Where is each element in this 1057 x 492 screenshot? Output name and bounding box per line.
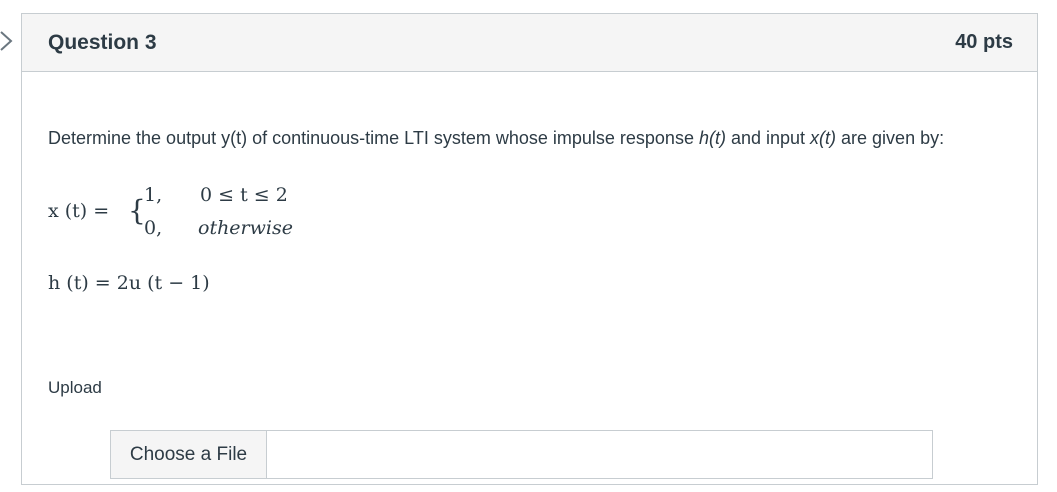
question-text-part: are given by: (836, 128, 945, 148)
question-card: Question 3 40 pts Determine the output y… (21, 13, 1038, 485)
equation-x-lhs: x (t) = (48, 200, 110, 222)
equation-x: x (t) = { 1, 0 ≤ t ≤ 2 0, otherwise (48, 184, 348, 244)
upload-label: Upload (48, 378, 102, 397)
question-text-part: Determine the output y(t) of continuous-… (48, 128, 699, 148)
equation-x-case1-condition: 0 ≤ t ≤ 2 (200, 184, 288, 206)
h-symbol: h(t) (698, 128, 726, 148)
choose-file-button[interactable]: Choose a File (111, 431, 267, 478)
equation-x-case2-condition: otherwise (198, 217, 293, 239)
question-points: 40 pts (955, 31, 1013, 53)
equation-h: h (t) = 2u (t − 1) (48, 272, 210, 294)
x-symbol: x(t) (810, 128, 837, 148)
question-text: Determine the output y(t) of continuous-… (48, 124, 1008, 153)
question-text-part: and input (725, 128, 811, 148)
equation-x-case2-value: 0, (144, 217, 163, 239)
equation-x-case1-value: 1, (144, 184, 163, 206)
chevron-right-icon[interactable] (0, 30, 14, 52)
file-upload-field[interactable]: Choose a File (110, 430, 933, 479)
question-header: Question 3 40 pts (22, 14, 1037, 72)
question-title: Question 3 (48, 30, 157, 54)
